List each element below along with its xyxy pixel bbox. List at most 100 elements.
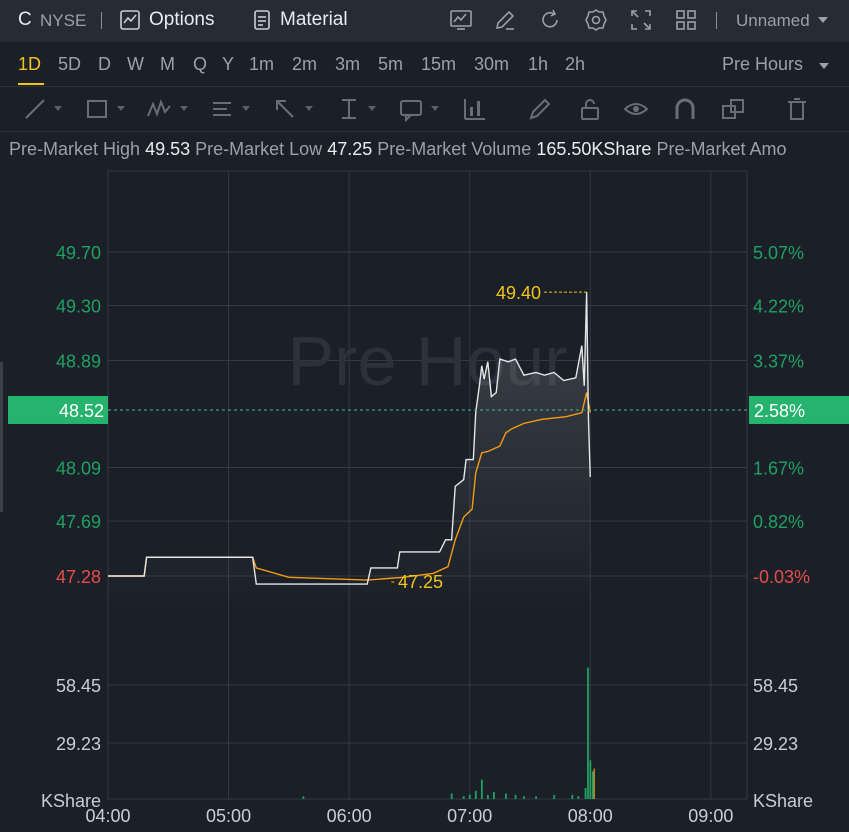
price-chart[interactable]: Pre Hour48.52 2.58%49.7049.3048.8948.0947… — [0, 165, 849, 832]
layout-name-select[interactable]: Unnamed — [736, 11, 810, 31]
measure-tool-icon[interactable] — [336, 96, 362, 122]
high-value: 49.53 — [145, 139, 191, 159]
chevron-down-icon[interactable] — [242, 106, 250, 111]
tab-5m[interactable]: 5m — [378, 54, 403, 75]
chevron-down-icon[interactable] — [818, 17, 828, 23]
chevron-down-icon[interactable] — [117, 106, 125, 111]
options-button[interactable]: Options — [149, 9, 214, 31]
high-marker-label: 49.40 — [496, 283, 541, 303]
tab-15m[interactable]: 15m — [421, 54, 456, 75]
tab-q[interactable]: Q — [193, 54, 207, 75]
tab-3m[interactable]: 3m — [335, 54, 360, 75]
price-axis-label: 48.09 — [56, 459, 101, 479]
volume-bar — [587, 667, 589, 799]
grid-layout-icon[interactable] — [674, 8, 698, 32]
volume-unit-label: KShare — [753, 791, 813, 811]
low-marker-label: 47.25 — [398, 572, 443, 592]
percent-axis-label: -0.03% — [753, 567, 810, 587]
drawing-toolbar — [0, 86, 849, 132]
volume-bar — [486, 794, 489, 799]
volume-axis-label: 29.23 — [753, 734, 798, 754]
time-axis-label: 05:00 — [206, 806, 251, 826]
volume-value: 165.50KShare — [536, 139, 652, 159]
indicator-tool-icon[interactable] — [462, 96, 488, 122]
tab-2m[interactable]: 2m — [292, 54, 317, 75]
volume-bar — [535, 796, 538, 799]
chevron-down-icon[interactable] — [368, 106, 376, 111]
chevron-down-icon[interactable] — [54, 106, 62, 111]
material-button[interactable]: Material — [280, 9, 348, 31]
period-tabs: 1D 5D D W M Q Y 1m 2m 3m 5m 15m 30m 1h 2… — [0, 42, 849, 86]
price-axis-label: 47.28 — [56, 567, 101, 587]
tab-d[interactable]: D — [98, 54, 111, 75]
chevron-down-icon[interactable] — [180, 106, 188, 111]
volume-bar — [302, 796, 305, 799]
chevron-down-icon[interactable] — [431, 106, 439, 111]
volume-label: Pre-Market Volume — [377, 139, 532, 159]
top-toolbar: C NYSE Options Material Unnamed — [0, 0, 849, 42]
chart-settings-icon[interactable] — [449, 8, 473, 32]
options-icon[interactable] — [118, 8, 142, 32]
line-tool-icon[interactable] — [22, 96, 48, 122]
tab-5d[interactable]: 5D — [58, 54, 81, 75]
pencil-icon[interactable] — [493, 8, 517, 32]
chevron-down-icon[interactable] — [819, 63, 829, 69]
volume-bar — [462, 796, 465, 799]
trash-icon[interactable] — [784, 96, 810, 122]
text-tool-icon[interactable] — [209, 96, 235, 122]
lock-icon[interactable] — [577, 96, 603, 122]
gear-icon[interactable] — [584, 8, 608, 32]
time-axis-label: 08:00 — [568, 806, 613, 826]
volume-bar — [523, 796, 525, 799]
volume-bar — [577, 796, 580, 799]
volume-bar — [514, 794, 517, 799]
fullscreen-icon[interactable] — [629, 8, 653, 32]
tab-1h[interactable]: 1h — [528, 54, 548, 75]
volume-axis-label: 58.45 — [56, 676, 101, 696]
volume-bar — [584, 787, 587, 799]
pre-market-info: Pre-Market High 49.53 Pre-Market Low 47.… — [9, 139, 786, 160]
price-axis-label: 49.70 — [56, 243, 101, 263]
volume-axis-label: 58.45 — [753, 676, 798, 696]
volume-bar — [571, 794, 574, 799]
material-icon[interactable] — [250, 8, 274, 32]
volume-bar — [589, 760, 592, 799]
volume-axis-label: 29.23 — [56, 734, 101, 754]
tab-30m[interactable]: 30m — [474, 54, 509, 75]
tab-y[interactable]: Y — [222, 54, 234, 75]
active-tab-underline — [18, 83, 44, 85]
time-axis-label: 07:00 — [447, 806, 492, 826]
tab-1m[interactable]: 1m — [249, 54, 274, 75]
volume-bar — [450, 793, 453, 799]
current-price-label: 48.52 — [59, 401, 104, 421]
price-axis-label: 47.69 — [56, 512, 101, 532]
percent-axis-label: 1.67% — [753, 459, 804, 479]
arrow-tool-icon[interactable] — [272, 96, 298, 122]
time-axis-label: 06:00 — [327, 806, 372, 826]
pattern-tool-icon[interactable] — [146, 96, 172, 122]
chevron-down-icon[interactable] — [305, 106, 313, 111]
tab-2h[interactable]: 2h — [565, 54, 585, 75]
volume-bar — [553, 794, 556, 799]
magnet-icon[interactable] — [672, 96, 698, 122]
time-axis-label: 09:00 — [688, 806, 733, 826]
toolbar-divider — [101, 12, 102, 29]
amount-label: Pre-Market Amo — [656, 139, 787, 159]
tab-1d[interactable]: 1D — [18, 54, 41, 75]
symbol-label[interactable]: C — [18, 9, 32, 31]
volume-bar — [474, 790, 477, 799]
annotation-tool-icon[interactable] — [398, 96, 424, 123]
tab-m[interactable]: M — [160, 54, 175, 75]
percent-axis-label: 0.82% — [753, 512, 804, 532]
tab-w[interactable]: W — [127, 54, 144, 75]
volume-bar — [468, 794, 471, 799]
layers-icon[interactable] — [720, 96, 746, 122]
eye-icon[interactable] — [623, 96, 649, 122]
refresh-icon[interactable] — [538, 8, 562, 32]
rectangle-tool-icon[interactable] — [84, 96, 110, 122]
high-label: Pre-Market High — [9, 139, 141, 159]
brush-tool-icon[interactable] — [527, 96, 553, 122]
low-value: 47.25 — [327, 139, 373, 159]
volume-bar — [591, 771, 594, 799]
session-select[interactable]: Pre Hours — [722, 54, 803, 75]
